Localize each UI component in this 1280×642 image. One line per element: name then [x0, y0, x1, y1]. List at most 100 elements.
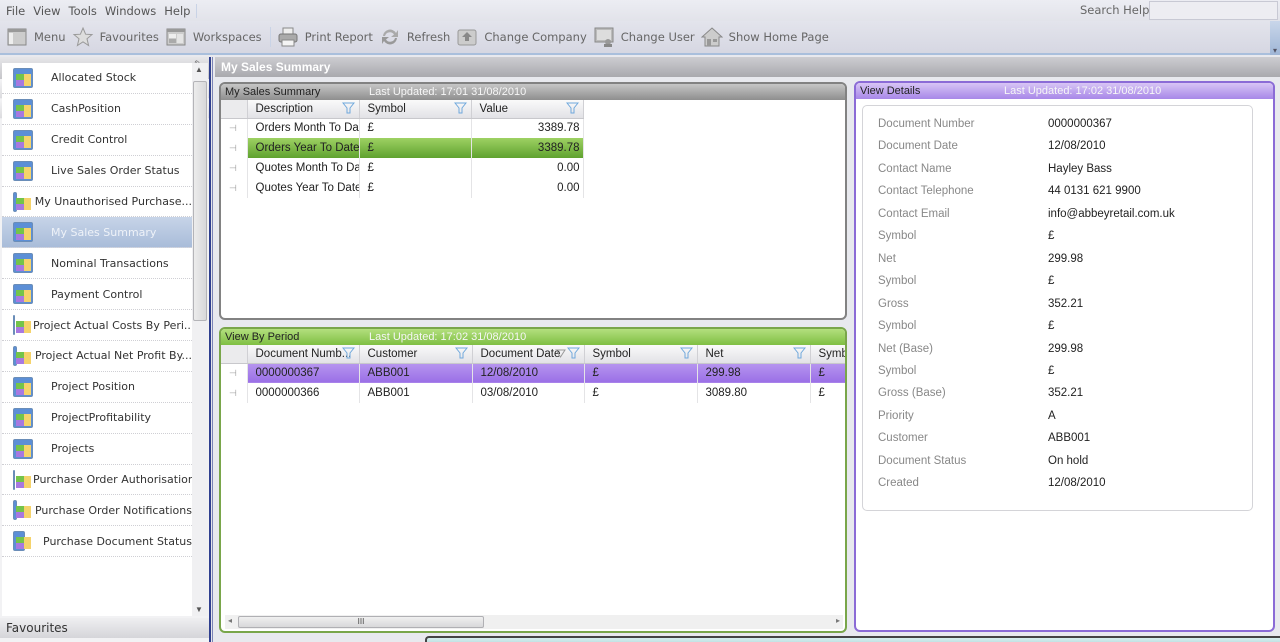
row-pin-icon[interactable]: ⊣ [221, 118, 248, 138]
sidebar-item-label: My Sales Summary [51, 225, 157, 239]
sidebar-item[interactable]: Allocated Stock [2, 63, 192, 94]
sidebar-item[interactable]: Purchase Order Authorisation [2, 465, 192, 496]
filter-icon[interactable] [453, 102, 467, 114]
filter-icon[interactable] [679, 347, 693, 359]
show-home-page-button[interactable]: Show Home Page [700, 22, 829, 52]
menu-button[interactable]: Menu [6, 22, 66, 52]
menu-view[interactable]: View [33, 4, 60, 18]
filter-icon[interactable] [566, 347, 580, 359]
sales-summary-panel: My Sales Summary Last Updated: 17:01 31/… [219, 82, 847, 320]
menu-help[interactable]: Help [164, 4, 190, 18]
search-help-input[interactable] [1149, 1, 1278, 20]
filter-icon[interactable] [454, 347, 468, 359]
scroll-left-arrow-icon[interactable]: ◂ [228, 616, 232, 625]
column-label: Symbol [367, 102, 406, 115]
detail-row: Priority A [878, 410, 1248, 422]
detail-label: Gross [878, 297, 909, 310]
menu-tools[interactable]: Tools [69, 4, 97, 18]
detail-value: On hold [1048, 454, 1089, 467]
filter-icon[interactable] [341, 102, 355, 114]
refresh-button[interactable]: Refresh [379, 22, 450, 52]
view-details-panel-header: View Details Last Updated: 17:02 31/08/2… [856, 83, 1273, 99]
sidebar-item[interactable]: My Sales Summary [2, 217, 192, 249]
column-header-symbol[interactable]: Symbol [584, 345, 698, 364]
row-pin-icon[interactable]: ⊣ [221, 138, 248, 158]
scroll-down-arrow-icon[interactable]: ▼ [195, 605, 203, 614]
horizontal-scrollbar-thumb[interactable]: III [238, 616, 484, 628]
sort-descending-icon[interactable] [554, 349, 566, 358]
bottom-docked-window [425, 636, 1280, 642]
workspace-icon [13, 222, 33, 243]
sidebar-item[interactable]: Projects [2, 434, 192, 465]
sidebar-favourites-section[interactable]: Favourites [0, 618, 209, 638]
sidebar-item[interactable]: Purchase Document Status [2, 526, 192, 558]
print-report-button[interactable]: Print Report [277, 22, 373, 52]
filter-icon[interactable] [341, 347, 355, 359]
table-row[interactable]: ⊣ Orders Month To Date £3389.78 [221, 118, 584, 138]
column-header-customer[interactable]: Customer [359, 345, 473, 364]
sidebar-item[interactable]: Live Sales Order Status [2, 156, 192, 187]
cell-symbol-2: £ [810, 383, 845, 403]
scroll-right-arrow-icon[interactable]: ▸ [836, 616, 840, 625]
table-row[interactable]: ⊣ Orders Year To Date (£3389.78 [221, 138, 584, 158]
cell-document-number: 0000000366 [247, 383, 360, 403]
toolbar-overflow-button[interactable]: ▾ [1270, 21, 1280, 55]
detail-row: Net 299.98 [878, 253, 1248, 265]
column-header-symbol-2[interactable]: Symb [810, 345, 845, 364]
detail-value: ABB001 [1048, 432, 1091, 445]
column-header-document-number[interactable]: Document Numb... [247, 345, 360, 364]
workspace-icon [13, 376, 33, 397]
detail-row: Symbol £ [878, 365, 1248, 377]
menu-windows[interactable]: Windows [105, 4, 156, 18]
sidebar-item[interactable]: Credit Control [2, 125, 192, 156]
column-header-document-date[interactable]: Document Date [472, 345, 585, 364]
workspace-icon [13, 469, 31, 490]
sidebar-item[interactable]: Nominal Transactions [2, 248, 192, 280]
sidebar-item[interactable]: ProjectProfitability [2, 403, 192, 434]
sales-summary-grid: Description Symbol Value ⊣ Orders Month T… [221, 100, 584, 198]
workspace-icon [13, 284, 33, 305]
scroll-up-arrow-icon[interactable]: ▲ [195, 65, 203, 74]
detail-value: £ [1048, 230, 1055, 243]
detail-row: Created 12/08/2010 [878, 477, 1248, 489]
sidebar-item[interactable]: Project Position [2, 372, 192, 403]
column-label: Document Numb... [255, 347, 352, 360]
column-header-description[interactable]: Description [247, 100, 360, 119]
table-row[interactable]: ⊣ Quotes Month To Date £0.00 [221, 158, 584, 178]
detail-label: Contact Name [878, 162, 952, 175]
filter-icon[interactable] [792, 347, 806, 359]
table-row[interactable]: ⊣ 0000000366 ABB001 03/08/2010 £3089.80 £ [221, 383, 845, 403]
change-user-button[interactable]: Change User [593, 22, 695, 52]
row-pin-icon[interactable]: ⊣ [221, 178, 248, 198]
detail-row: Net (Base) 299.98 [878, 343, 1248, 355]
sidebar-splitter[interactable] [209, 57, 213, 642]
row-pin-icon[interactable]: ⊣ [221, 383, 248, 403]
detail-label: Net [878, 252, 896, 265]
sidebar-item[interactable]: Project Actual Net Profit By... [2, 341, 192, 372]
filter-icon[interactable] [565, 102, 579, 114]
table-row[interactable]: ⊣ Quotes Year To Date (£0.00 [221, 178, 584, 198]
row-pin-icon[interactable]: ⊣ [221, 363, 248, 383]
column-header-net[interactable]: Net [697, 345, 811, 364]
row-header-corner [221, 100, 248, 119]
sidebar-item[interactable]: CashPosition [2, 94, 192, 125]
change-company-button[interactable]: Change Company [456, 22, 587, 52]
scrollbar-thumb[interactable] [193, 81, 207, 321]
table-row[interactable]: ⊣ 0000000367 ABB001 12/08/2010 £299.98 £ [221, 363, 845, 383]
sidebar-item-label: Live Sales Order Status [51, 164, 180, 178]
detail-label: Created [878, 477, 919, 490]
sidebar-item[interactable]: Payment Control [2, 279, 192, 311]
column-header-value[interactable]: Value [471, 100, 584, 119]
sidebar-item[interactable]: My Unauthorised Purchase... [2, 187, 192, 218]
workspaces-button[interactable]: Workspaces [165, 22, 262, 52]
favourites-button[interactable]: Favourites [72, 22, 159, 52]
sidebar-item-label: Payment Control [51, 287, 143, 301]
workspace-list-scrollbar[interactable]: ▲ ▼ [192, 63, 208, 616]
menu-file[interactable]: File [6, 4, 25, 18]
workspace-icon [13, 345, 31, 366]
horizontal-scrollbar[interactable]: ◂ III ▸ [225, 615, 843, 629]
sidebar-item[interactable]: Project Actual Costs By Peri... [2, 310, 192, 342]
column-header-symbol[interactable]: Symbol [359, 100, 472, 119]
row-pin-icon[interactable]: ⊣ [221, 158, 248, 178]
sidebar-item[interactable]: Purchase Order Notifications [2, 495, 192, 527]
